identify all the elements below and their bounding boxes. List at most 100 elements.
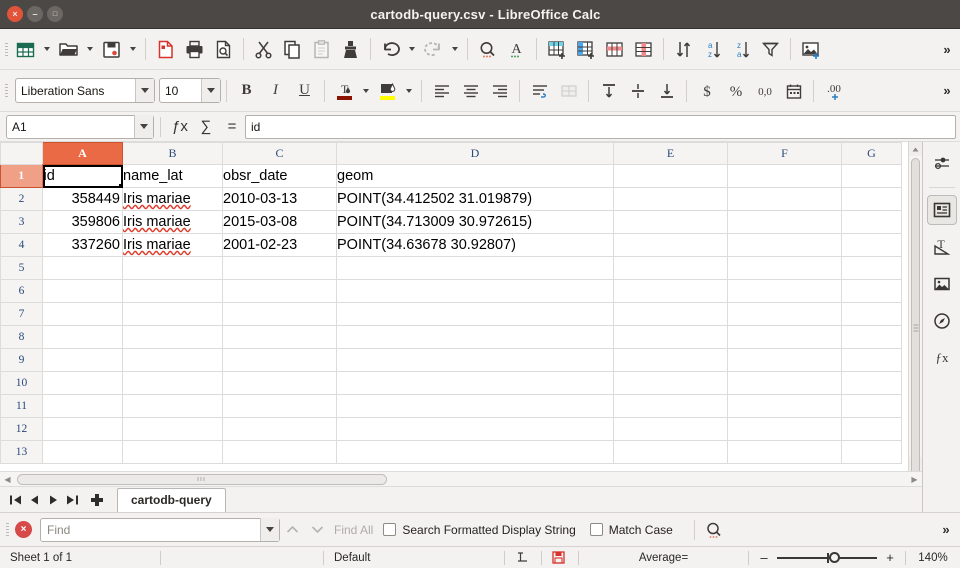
cell-B10[interactable] <box>122 371 223 395</box>
open-find-replace-dialog-button[interactable] <box>702 518 727 542</box>
vertical-scroll-track[interactable] <box>909 156 922 471</box>
cell-A3[interactable]: 359806 <box>42 210 123 234</box>
zoom-knob[interactable] <box>829 551 840 563</box>
sidebar-settings-button[interactable] <box>927 148 957 178</box>
font-size-combobox[interactable]: 10 <box>159 78 221 103</box>
cell-F6[interactable] <box>727 279 842 303</box>
select-all-corner[interactable] <box>0 142 43 165</box>
undo-dropdown[interactable] <box>405 34 419 64</box>
cell-E11[interactable] <box>613 394 728 418</box>
cell-A6[interactable] <box>42 279 123 303</box>
cell-C9[interactable] <box>222 348 337 372</box>
cell-C7[interactable] <box>222 302 337 326</box>
align-top-button[interactable] <box>594 76 623 106</box>
window-close-button[interactable]: × <box>7 6 23 22</box>
font-size-dropdown-icon[interactable] <box>201 79 220 102</box>
cell-C3[interactable]: 2015-03-08 <box>222 210 337 234</box>
cell-D6[interactable] <box>336 279 614 303</box>
sidebar-gallery-button[interactable] <box>927 269 957 299</box>
cell-G11[interactable] <box>841 394 902 418</box>
open-document-button[interactable] <box>54 34 83 64</box>
selection-mode[interactable] <box>505 547 541 568</box>
export-pdf-button[interactable] <box>151 34 180 64</box>
delete-column-button[interactable] <box>629 34 658 64</box>
find-all-button[interactable]: Find All <box>334 523 373 537</box>
vertical-scrollbar[interactable] <box>908 142 922 471</box>
cell-E7[interactable] <box>613 302 728 326</box>
cell-D1[interactable]: geom <box>336 164 614 188</box>
cell-B3[interactable]: Iris mariae <box>122 210 223 234</box>
align-center-button[interactable] <box>456 76 485 106</box>
cell-G1[interactable] <box>841 164 902 188</box>
column-header-D[interactable]: D <box>336 142 614 165</box>
toolbar-grip[interactable] <box>2 29 11 69</box>
find-history-dropdown-icon[interactable] <box>260 518 279 541</box>
new-document-button[interactable] <box>11 34 40 64</box>
row-header-7[interactable]: 7 <box>0 302 43 326</box>
highlight-color-dropdown[interactable] <box>402 76 416 106</box>
add-sheet-button[interactable] <box>86 490 108 510</box>
cell-G4[interactable] <box>841 233 902 257</box>
save-document-button[interactable] <box>97 34 126 64</box>
zoom-out-button[interactable]: – <box>757 550 771 565</box>
font-name-combobox[interactable]: Liberation Sans <box>15 78 155 103</box>
cell-F11[interactable] <box>727 394 842 418</box>
row-header-6[interactable]: 6 <box>0 279 43 303</box>
save-status[interactable] <box>542 547 578 568</box>
clone-formatting-button[interactable] <box>336 34 365 64</box>
cell-F7[interactable] <box>727 302 842 326</box>
cell-C13[interactable] <box>222 440 337 464</box>
cell-E2[interactable] <box>613 187 728 211</box>
cell-C1[interactable]: obsr_date <box>222 164 337 188</box>
insert-column-button[interactable] <box>571 34 600 64</box>
row-header-9[interactable]: 9 <box>0 348 43 372</box>
function-wizard-button[interactable]: ƒx <box>167 115 193 139</box>
cell-B7[interactable] <box>122 302 223 326</box>
cell-F3[interactable] <box>727 210 842 234</box>
cell-A4[interactable]: 337260 <box>42 233 123 257</box>
cell-C11[interactable] <box>222 394 337 418</box>
zoom-slider[interactable]: – + <box>749 550 905 565</box>
cell-B8[interactable] <box>122 325 223 349</box>
cut-button[interactable] <box>249 34 278 64</box>
zoom-in-button[interactable]: + <box>883 550 897 565</box>
window-maximize-button[interactable]: □ <box>47 6 63 22</box>
cell-F12[interactable] <box>727 417 842 441</box>
cell-E3[interactable] <box>613 210 728 234</box>
cell-G2[interactable] <box>841 187 902 211</box>
cell-E5[interactable] <box>613 256 728 280</box>
name-box-dropdown-icon[interactable] <box>134 115 153 138</box>
cell-B5[interactable] <box>122 256 223 280</box>
cell-F4[interactable] <box>727 233 842 257</box>
cell-E13[interactable] <box>613 440 728 464</box>
cell-B9[interactable] <box>122 348 223 372</box>
cell-E6[interactable] <box>613 279 728 303</box>
cell-C12[interactable] <box>222 417 337 441</box>
print-button[interactable] <box>180 34 209 64</box>
column-header-E[interactable]: E <box>613 142 728 165</box>
find-toolbar-grip[interactable] <box>3 513 12 546</box>
cell-D11[interactable] <box>336 394 614 418</box>
cell-C4[interactable]: 2001-02-23 <box>222 233 337 257</box>
format-date-button[interactable] <box>779 76 808 106</box>
find-replace-button[interactable] <box>473 34 502 64</box>
formatting-toolbar-overflow[interactable]: » <box>936 76 958 106</box>
find-next-button[interactable] <box>305 518 330 542</box>
font-color-dropdown[interactable] <box>359 76 373 106</box>
cell-C2[interactable]: 2010-03-13 <box>222 187 337 211</box>
italic-button[interactable]: I <box>261 76 290 106</box>
align-bottom-button[interactable] <box>652 76 681 106</box>
sidebar-properties-button[interactable] <box>926 195 957 225</box>
format-percent-button[interactable]: % <box>721 76 750 106</box>
row-header-10[interactable]: 10 <box>0 371 43 395</box>
cell-B1[interactable]: name_lat <box>122 164 223 188</box>
cell-D9[interactable] <box>336 348 614 372</box>
row-header-11[interactable]: 11 <box>0 394 43 418</box>
standard-toolbar-overflow[interactable]: » <box>936 34 958 64</box>
sidebar-functions-button[interactable]: ƒx <box>927 343 957 373</box>
cell-E8[interactable] <box>613 325 728 349</box>
close-find-bar-button[interactable]: × <box>15 521 32 538</box>
cell-G12[interactable] <box>841 417 902 441</box>
cell-E4[interactable] <box>613 233 728 257</box>
first-sheet-button[interactable] <box>6 490 25 510</box>
